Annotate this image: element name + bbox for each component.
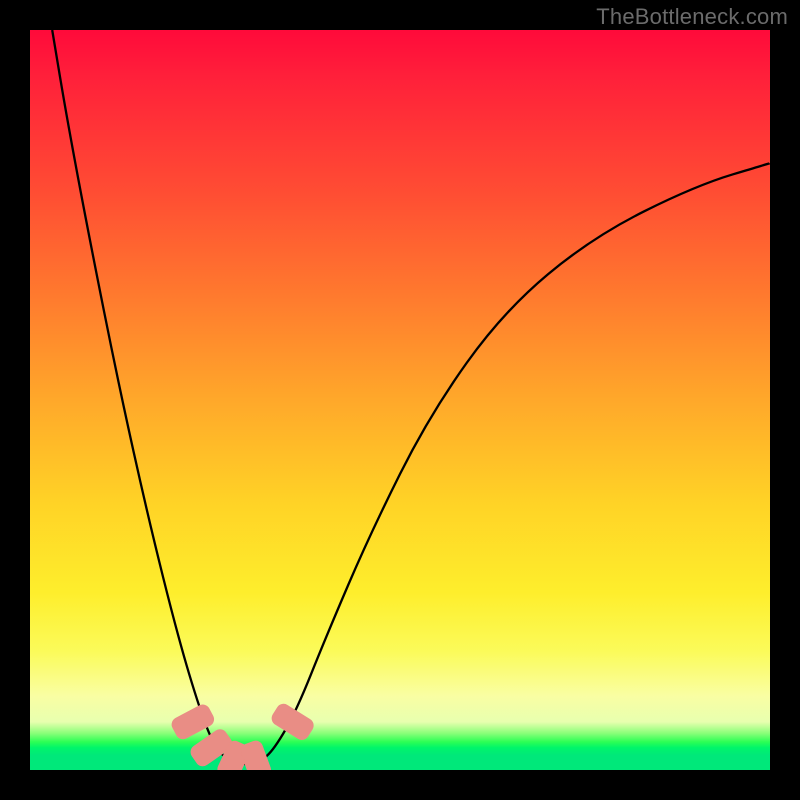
chart-container: TheBottleneck.com (0, 0, 800, 800)
marker-group (170, 702, 316, 770)
plot-area (30, 30, 770, 770)
curve-layer (30, 30, 770, 770)
bottleneck-curve (52, 30, 770, 764)
curve-marker (270, 702, 316, 742)
watermark-text: TheBottleneck.com (596, 4, 788, 30)
